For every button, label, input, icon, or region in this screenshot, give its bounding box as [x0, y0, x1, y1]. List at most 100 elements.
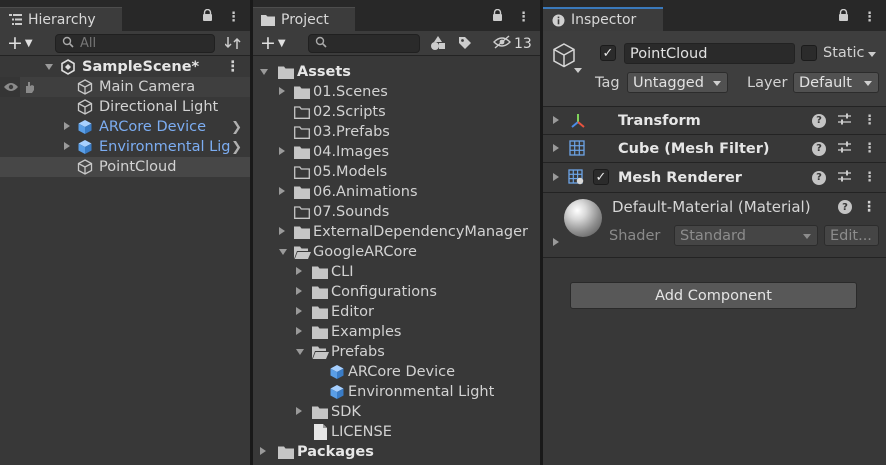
expand-arrow-icon[interactable] — [553, 144, 559, 152]
lock-icon[interactable] — [492, 8, 503, 25]
kebab-menu-icon[interactable]: ⋮ — [863, 170, 876, 185]
mesh-renderer-enabled-checkbox[interactable]: ✓ — [593, 169, 609, 185]
hierarchy-item[interactable]: Environmental Lig ❯ — [0, 137, 250, 157]
file-icon — [311, 423, 329, 441]
project-tree-item[interactable]: 01.Scenes — [253, 82, 540, 102]
add-component-button[interactable]: Add Component — [570, 282, 857, 309]
project-tree-item[interactable]: 04.Images — [253, 142, 540, 162]
search-by-type-icon[interactable] — [430, 35, 446, 55]
search-icon — [315, 36, 327, 52]
project-tree-item[interactable]: Environmental Light — [253, 382, 540, 402]
hierarchy-item-selected[interactable]: PointCloud — [0, 157, 250, 177]
project-tree-item[interactable]: Examples — [253, 322, 540, 342]
static-checkbox[interactable] — [801, 45, 817, 61]
hierarchy-search-input[interactable]: All — [55, 34, 215, 53]
kebab-menu-icon[interactable]: ⋮ — [863, 141, 876, 156]
tab-inspector[interactable]: Inspector — [543, 7, 663, 31]
expand-arrow-icon[interactable] — [296, 407, 302, 415]
component-mesh-filter[interactable]: Cube (Mesh Filter) ? ⋮ — [543, 134, 886, 162]
layer-value: Default — [799, 74, 852, 91]
project-tree-item[interactable]: 02.Scripts — [253, 102, 540, 122]
project-tree-item[interactable]: Assets — [253, 62, 540, 82]
project-tree-item[interactable]: CLI — [253, 262, 540, 282]
project-tree-item[interactable]: ARCore Device — [253, 362, 540, 382]
kebab-menu-icon[interactable]: ⋮ — [227, 10, 240, 25]
expand-arrow-icon[interactable] — [64, 142, 70, 150]
project-tree-item[interactable]: LICENSE — [253, 422, 540, 442]
add-object-button[interactable]: + ▼ — [7, 33, 33, 57]
expand-arrow-icon[interactable] — [553, 238, 559, 246]
expand-arrow-icon[interactable] — [279, 227, 285, 235]
kebab-menu-icon[interactable]: ⋮ — [862, 199, 876, 215]
help-icon[interactable]: ? — [838, 200, 852, 214]
expand-arrow-icon[interactable] — [296, 349, 304, 355]
project-tree-item[interactable]: 07.Sounds — [253, 202, 540, 222]
expand-arrow-icon[interactable] — [296, 267, 302, 275]
project-tree-item[interactable]: GoogleARCore — [253, 242, 540, 262]
project-tree-item[interactable]: 03.Prefabs — [253, 122, 540, 142]
chevron-right-icon[interactable]: ❯ — [231, 140, 242, 155]
kebab-menu-icon[interactable]: ⋮ — [863, 10, 876, 25]
preset-sliders-icon[interactable] — [838, 170, 851, 186]
expand-arrow-icon[interactable] — [553, 173, 559, 181]
project-tree-item[interactable]: SDK — [253, 402, 540, 422]
project-tree-item[interactable]: 05.Models — [253, 162, 540, 182]
eye-icon[interactable] — [2, 78, 20, 96]
material-section[interactable]: Default-Material (Material) ? ⋮ Shader S… — [543, 192, 886, 258]
scene-visibility-icon[interactable] — [224, 35, 243, 55]
hierarchy-item[interactable]: Directional Light — [0, 97, 250, 117]
project-tree-item[interactable]: Configurations — [253, 282, 540, 302]
tag-dropdown[interactable]: Untagged — [627, 72, 728, 93]
expand-arrow-icon[interactable] — [279, 249, 287, 255]
help-icon[interactable]: ? — [812, 141, 826, 156]
preset-sliders-icon[interactable] — [838, 113, 851, 129]
project-search-input[interactable] — [308, 34, 420, 53]
expand-arrow-icon[interactable] — [279, 187, 285, 195]
help-icon[interactable]: ? — [812, 170, 826, 185]
hierarchy-item[interactable]: ARCore Device ❯ — [0, 117, 250, 137]
pick-hand-icon[interactable] — [21, 78, 39, 96]
project-tree-item[interactable]: Prefabs — [253, 342, 540, 362]
expand-arrow-icon[interactable] — [279, 87, 285, 95]
label-tag-icon[interactable] — [458, 36, 472, 54]
tab-project[interactable]: Project — [253, 7, 355, 31]
project-tree-item[interactable]: Editor — [253, 302, 540, 322]
unity-scene-icon — [59, 58, 77, 76]
expand-arrow-icon[interactable] — [279, 147, 285, 155]
expand-arrow-icon[interactable] — [296, 287, 302, 295]
static-dropdown-caret[interactable] — [868, 52, 876, 57]
hidden-packages-toggle[interactable]: 13 — [493, 35, 532, 53]
preset-sliders-icon[interactable] — [838, 141, 851, 157]
kebab-menu-icon[interactable]: ⋮ — [517, 10, 530, 25]
shader-dropdown[interactable]: Standard — [674, 225, 818, 246]
chevron-right-icon[interactable]: ❯ — [231, 120, 242, 135]
help-icon[interactable]: ? — [812, 113, 826, 128]
hierarchy-item[interactable]: Main Camera — [0, 77, 250, 97]
create-asset-button[interactable]: + ▼ — [260, 33, 286, 57]
folder-icon — [277, 443, 295, 461]
lock-icon[interactable] — [202, 8, 213, 25]
expand-arrow-icon[interactable] — [296, 307, 302, 315]
expand-arrow-icon[interactable] — [45, 64, 53, 70]
expand-arrow-icon[interactable] — [260, 447, 266, 455]
object-name-field[interactable]: PointCloud — [624, 43, 795, 64]
component-mesh-renderer[interactable]: ✓ Mesh Renderer ? ⋮ — [543, 162, 886, 192]
kebab-menu-icon[interactable]: ⋮ — [226, 59, 241, 75]
component-transform[interactable]: Transform ? ⋮ — [543, 106, 886, 134]
project-tree-item[interactable]: 06.Animations — [253, 182, 540, 202]
lock-icon[interactable] — [838, 8, 849, 25]
project-tree-item[interactable]: ExternalDependencyManager — [253, 222, 540, 242]
kebab-menu-icon[interactable]: ⋮ — [863, 113, 876, 128]
expand-arrow-icon[interactable] — [260, 69, 268, 75]
expand-arrow-icon[interactable] — [296, 327, 302, 335]
layer-dropdown[interactable]: Default — [793, 72, 879, 93]
shader-edit-button[interactable]: Edit... — [824, 225, 879, 246]
expand-arrow-icon[interactable] — [64, 122, 70, 130]
expand-arrow-icon[interactable] — [553, 116, 559, 124]
project-tree-label: 02.Scripts — [313, 104, 386, 120]
project-tree-item[interactable]: Packages — [253, 442, 540, 462]
scene-row[interactable]: SampleScene* ⋮ — [0, 57, 250, 77]
active-checkbox[interactable]: ✓ — [600, 45, 616, 61]
tab-hierarchy[interactable]: Hierarchy — [0, 7, 122, 31]
icon-dropdown-caret[interactable] — [574, 68, 582, 73]
